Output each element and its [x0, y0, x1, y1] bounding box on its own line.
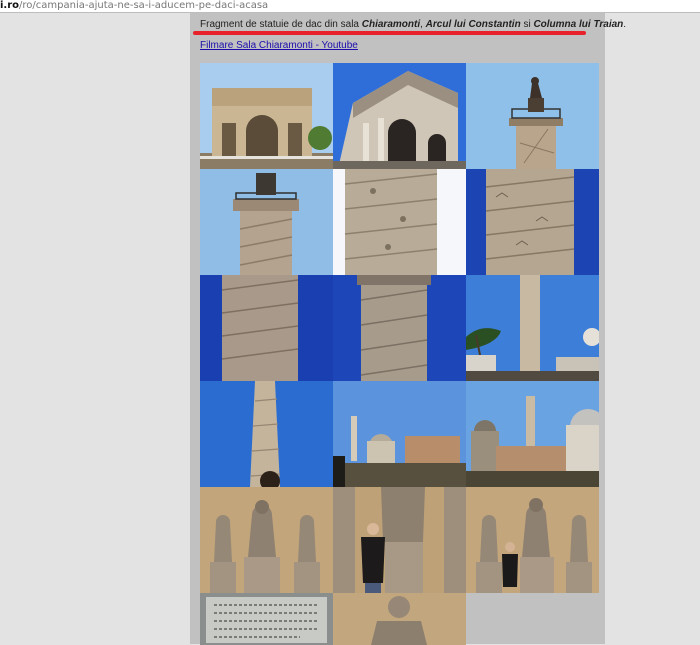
article-content: Fragment de statuie de dac din sala Chia… — [190, 13, 626, 645]
dacian-statues-hall-photo[interactable] — [200, 487, 333, 593]
trajan-forum-panorama-photo[interactable] — [466, 381, 599, 487]
dacian-statues-visitor-photo[interactable] — [466, 487, 599, 593]
trajan-column-pines-photo[interactable] — [466, 275, 599, 381]
trajan-column-relief-photo[interactable] — [466, 169, 599, 275]
url-path: /ro/campania-ajuta-ne-sa-i-aducem-pe-dac… — [19, 0, 269, 11]
caption-text: Fragment de statuie de dac din sala — [200, 19, 362, 30]
arch-of-constantin-closeup-photo[interactable] — [333, 63, 466, 169]
trajan-column-relief-closeup-photo[interactable] — [333, 169, 466, 275]
dacian-statue-bust-photo[interactable] — [333, 593, 466, 645]
trajan-column-top-statue-photo[interactable] — [466, 63, 599, 169]
trajan-column-capital-photo[interactable] — [200, 169, 333, 275]
inscription-plaque-photo[interactable] — [200, 593, 333, 645]
caption-chiaramonti: Chiaramonti — [361, 19, 421, 30]
caption-end: . — [623, 19, 627, 30]
youtube-link[interactable]: Filmare Sala Chiaramonti - Youtube — [200, 40, 358, 51]
red-underline-annotation — [193, 31, 586, 35]
photo-gallery — [200, 63, 599, 645]
trajan-column-shaft-photo[interactable] — [200, 275, 333, 381]
caption-column: Columna lui Traian — [533, 19, 624, 30]
address-bar[interactable]: i.ro/ro/campania-ajuta-ne-sa-i-aducem-pe… — [0, 0, 700, 13]
photo-caption: Fragment de statuie de dac din sala Chia… — [200, 18, 626, 31]
caption-arch: Arcul lui Constantin — [425, 19, 521, 30]
url-domain: i.ro — [0, 0, 20, 11]
trajan-column-low-angle-photo[interactable] — [200, 381, 333, 487]
trajan-column-shaft-detail-photo[interactable] — [333, 275, 466, 381]
caption-separator: si — [520, 19, 534, 30]
dacian-statue-with-visitor-photo[interactable] — [333, 487, 466, 593]
arch-of-constantin-photo[interactable] — [200, 63, 333, 169]
trajan-forum-churches-photo[interactable] — [333, 381, 466, 487]
